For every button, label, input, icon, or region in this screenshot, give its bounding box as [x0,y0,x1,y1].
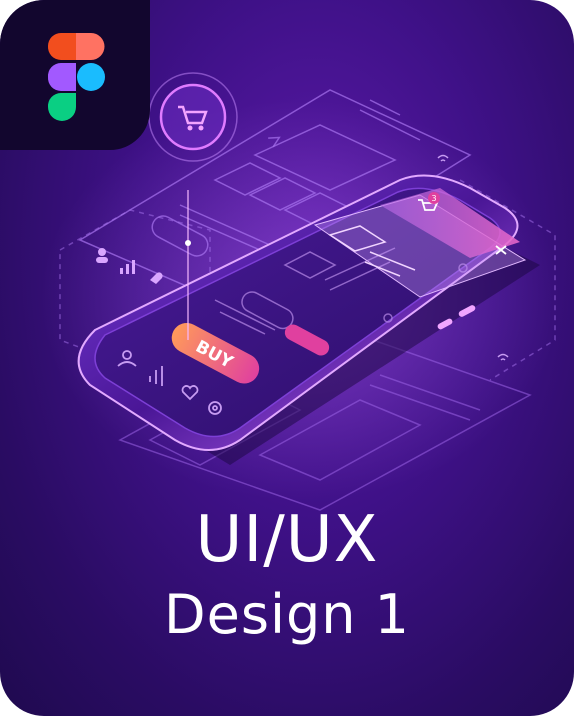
logo-corner [0,0,150,150]
cart-badge-count: 3 [431,194,436,203]
card-subtitle: Design 1 [164,583,410,646]
cart-icon [148,72,238,162]
figma-logo-icon [47,33,105,121]
card-title: UI/UX [195,503,379,577]
course-card: 3 BUY UI/UX Design 1 [0,0,574,716]
